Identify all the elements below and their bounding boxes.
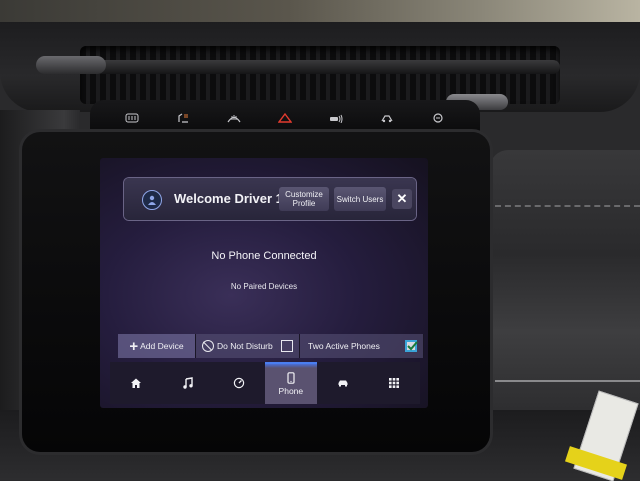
drive-mode-button[interactable] [367, 111, 407, 125]
music-icon [182, 377, 193, 389]
driver-avatar[interactable] [142, 190, 162, 210]
do-not-disturb-label: Do Not Disturb [217, 341, 273, 351]
nav-media[interactable] [162, 362, 214, 404]
nav-vehicle[interactable] [317, 362, 369, 404]
two-active-phones-toggle[interactable]: Two Active Phones [300, 334, 424, 358]
customize-profile-button[interactable]: Customize Profile [279, 187, 329, 211]
car-icon [338, 380, 348, 387]
vent-bar [40, 60, 560, 74]
drive-mode-icon [381, 115, 393, 123]
stop-start-button[interactable] [418, 111, 458, 125]
parking-sensor-icon [330, 114, 343, 123]
paired-devices-text: No Paired Devices [230, 282, 298, 291]
phone-action-row: + Add Device Do Not Disturb Two Active P… [118, 334, 428, 358]
close-button[interactable]: ✕ [392, 189, 412, 209]
nav-apps[interactable] [368, 362, 420, 404]
nav-home[interactable] [110, 362, 162, 404]
switch-users-button[interactable]: Switch Users [334, 187, 386, 211]
customize-label-line1: Customize [285, 190, 323, 199]
rear-defrost-icon [125, 113, 139, 123]
welcome-title: Welcome Driver 1 [174, 191, 283, 206]
vent-adjuster-left[interactable] [36, 56, 106, 74]
two-active-phones-label: Two Active Phones [308, 341, 380, 351]
gauge-icon [233, 377, 245, 389]
close-icon: ✕ [396, 191, 408, 206]
nav-phone[interactable]: Phone [265, 362, 317, 404]
seat-heat-button[interactable] [163, 111, 203, 125]
driver-profile-banner: Welcome Driver 1 Customize Profile Switc… [124, 178, 416, 220]
parking-sensor-button[interactable] [316, 111, 356, 125]
add-device-button[interactable]: + Add Device [118, 334, 196, 358]
hazard-button[interactable] [265, 111, 305, 125]
plus-icon: + [129, 337, 139, 355]
do-not-disturb-icon [202, 340, 214, 352]
nav-phone-label: Phone [278, 386, 304, 396]
phone-icon [287, 372, 295, 384]
seat-heat-icon [178, 113, 188, 123]
front-defrost-icon [227, 115, 241, 123]
customize-label-line2: Profile [292, 199, 316, 208]
dash-stitching [495, 205, 640, 207]
person-icon [148, 195, 156, 205]
checkmark-icon [407, 341, 418, 351]
two-active-phones-checkbox[interactable] [405, 340, 418, 352]
home-icon [130, 378, 141, 388]
nav-comfort[interactable] [213, 362, 265, 404]
do-not-disturb-toggle[interactable]: Do Not Disturb [196, 334, 300, 358]
phone-status-text: No Phone Connected [211, 250, 317, 262]
add-device-label: Add Device [140, 341, 184, 351]
stop-start-icon [433, 113, 444, 123]
dash-trim-line [495, 380, 640, 382]
rear-defrost-button[interactable] [112, 111, 152, 125]
front-defrost-button[interactable] [214, 111, 254, 125]
do-not-disturb-checkbox[interactable] [281, 340, 293, 352]
climate-button-strip [90, 100, 480, 136]
infotainment-screen: Welcome Driver 1 Customize Profile Switc… [100, 158, 428, 408]
bottom-nav-bar: Phone [110, 362, 420, 404]
dash-panel-right [490, 150, 640, 410]
apps-grid-icon [389, 378, 400, 388]
hazard-icon [277, 113, 292, 123]
